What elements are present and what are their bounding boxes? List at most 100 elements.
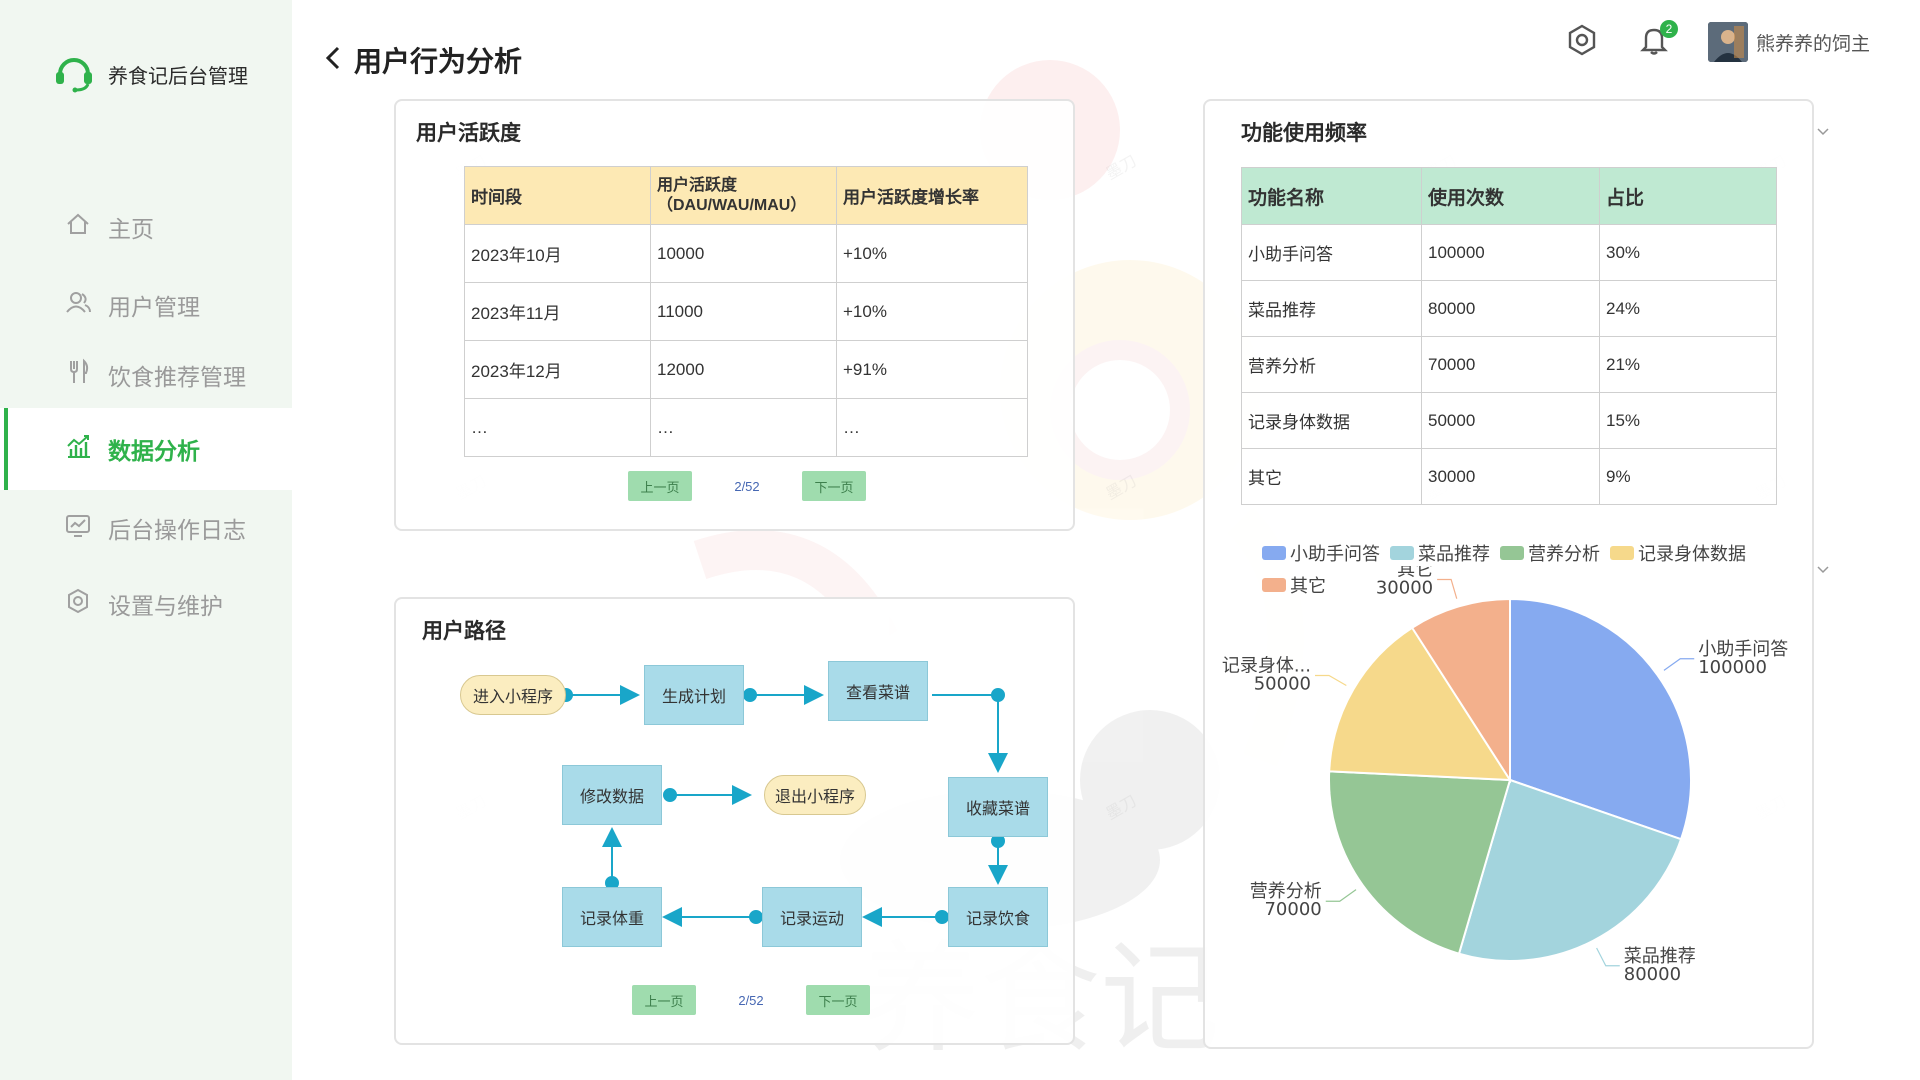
- sidebar-item-label: 用户管理: [108, 294, 200, 320]
- pie-label-line: [1596, 947, 1620, 967]
- flow-node-view-recipe: 查看菜谱: [828, 661, 928, 721]
- notification-badge: 2: [1659, 20, 1678, 38]
- table-row: 小助手问答 100000 30%: [1241, 224, 1777, 281]
- table-cell: 2023年11月: [464, 282, 651, 341]
- flow-node-collect-recipe: 收藏菜谱: [948, 777, 1048, 837]
- legend-item[interactable]: 营养分析: [1500, 540, 1600, 566]
- table-header-cell: 用户活跃度（DAU/WAU/MAU）: [650, 166, 837, 225]
- sidebar-nav: 主页 用户管理 饮食推荐管理 数据分析 后台操作日志 设置与维护: [0, 186, 292, 642]
- flow-node-plan: 生成计划: [644, 665, 744, 725]
- svg-text:墨刀: 墨刀: [1103, 791, 1140, 823]
- activity-card: 用户活跃度 时间段 用户活跃度（DAU/WAU/MAU） 用户活跃度增长率 20…: [394, 99, 1075, 531]
- page-title: 用户行为分析: [354, 46, 523, 77]
- sidebar-item-label: 后台操作日志: [108, 517, 246, 543]
- table-cell: 其它: [1241, 448, 1422, 505]
- sidebar-item-data-analysis[interactable]: 数据分析: [0, 408, 292, 490]
- user-name: 熊养养的饲主: [1755, 33, 1870, 55]
- table-cell: …: [464, 398, 651, 457]
- table-cell: 30000: [1421, 448, 1600, 505]
- notification-button[interactable]: 2: [1636, 20, 1678, 60]
- legend-label: 记录身体数据: [1638, 544, 1746, 564]
- table-cell: +91%: [836, 340, 1028, 399]
- table-cell: +10%: [836, 224, 1028, 283]
- table-cell: 100000: [1421, 224, 1600, 281]
- sidebar-item-diet-recommendation[interactable]: 饮食推荐管理: [0, 342, 292, 408]
- table-row: 2023年11月 11000 +10%: [464, 282, 1028, 341]
- legend-swatch: [1610, 546, 1634, 560]
- sidebar-item-label: 饮食推荐管理: [108, 364, 246, 390]
- flow-node-enter: 进入小程序: [460, 675, 566, 715]
- gear-icon: [64, 587, 92, 621]
- hexagon-settings-icon: [1565, 23, 1599, 62]
- brand-name: 养食记后台管理: [108, 66, 248, 88]
- table-header-cell: 用户活跃度增长率: [836, 166, 1028, 225]
- prev-page-button[interactable]: 上一页: [628, 471, 692, 501]
- table-cell: 营养分析: [1241, 336, 1422, 393]
- user-menu[interactable]: 熊养养的饲主: [1707, 22, 1870, 62]
- table-cell: +10%: [836, 282, 1028, 341]
- activity-table: 时间段 用户活跃度（DAU/WAU/MAU） 用户活跃度增长率 2023年10月…: [464, 166, 1028, 457]
- svg-text:墨刀: 墨刀: [1103, 471, 1140, 503]
- legend-swatch: [1390, 546, 1414, 560]
- table-cell: …: [836, 398, 1028, 457]
- avatar: [1707, 22, 1748, 62]
- table-row: 2023年12月 12000 +91%: [464, 340, 1028, 399]
- chart-icon: [64, 432, 92, 466]
- sidebar-item-users[interactable]: 用户管理: [0, 268, 292, 342]
- activity-card-title: 用户活跃度: [416, 122, 521, 145]
- user-path-card: 用户路径 进入小程序 生成计划 查看菜谱 收藏菜谱 记录饮食 记录运动 记录体重…: [394, 597, 1075, 1045]
- table-cell: 9%: [1599, 448, 1777, 505]
- table-row: 记录身体数据 50000 15%: [1241, 392, 1777, 449]
- svg-text:墨刀: 墨刀: [1103, 151, 1140, 183]
- pie-label-line: [1663, 658, 1695, 671]
- pie-slice-value: 100000: [1698, 657, 1767, 678]
- table-header-cell: 时间段: [464, 166, 651, 225]
- table-cell: 70000: [1421, 336, 1600, 393]
- prev-page-button[interactable]: 上一页: [632, 985, 696, 1015]
- pie-chart: 小助手问答100000菜品推荐80000营养分析70000记录身体...5000…: [1222, 566, 1788, 985]
- users-icon: [64, 288, 92, 322]
- home-icon: [64, 210, 92, 244]
- sidebar-item-home[interactable]: 主页: [0, 186, 292, 268]
- legend-label: 小助手问答: [1290, 544, 1380, 564]
- utensils-icon: [64, 358, 92, 392]
- legend-item[interactable]: 记录身体数据: [1610, 540, 1746, 566]
- next-page-button[interactable]: 下一页: [802, 471, 866, 501]
- page-indicator: 2/52: [734, 478, 760, 494]
- chevron-down-icon[interactable]: [1816, 124, 1830, 142]
- flow-node-exit: 退出小程序: [764, 775, 866, 815]
- table-cell: 21%: [1599, 336, 1777, 393]
- pie-label-line: [1325, 889, 1357, 902]
- table-cell: 50000: [1421, 392, 1600, 449]
- table-cell: 小助手问答: [1241, 224, 1422, 281]
- legend-label: 菜品推荐: [1418, 544, 1490, 564]
- table-cell: 11000: [650, 282, 837, 341]
- page-indicator: 2/52: [738, 992, 764, 1008]
- flow-node-modify-data: 修改数据: [562, 765, 662, 825]
- sidebar-item-label: 数据分析: [108, 438, 200, 464]
- sidebar-item-operation-log[interactable]: 后台操作日志: [0, 490, 292, 566]
- headset-logo-icon: [52, 50, 96, 99]
- table-cell: 2023年12月: [464, 340, 651, 399]
- sidebar-item-settings[interactable]: 设置与维护: [0, 566, 292, 642]
- table-row: 其它 30000 9%: [1241, 448, 1777, 505]
- table-row: 营养分析 70000 21%: [1241, 336, 1777, 393]
- table-cell: …: [650, 398, 837, 457]
- back-chevron-icon[interactable]: [322, 44, 344, 77]
- table-cell: 15%: [1599, 392, 1777, 449]
- table-cell: 10000: [650, 224, 837, 283]
- activity-pager: 上一页 2/52 下一页: [628, 471, 866, 501]
- log-icon: [64, 511, 92, 545]
- legend-label: 营养分析: [1528, 544, 1600, 564]
- table-cell: 80000: [1421, 280, 1600, 337]
- legend-item[interactable]: 菜品推荐: [1390, 540, 1490, 566]
- table-header-cell: 占比: [1599, 167, 1777, 225]
- pie-slice-value: 30000: [1376, 577, 1433, 598]
- pie-slice-value: 80000: [1624, 964, 1681, 985]
- legend-item[interactable]: 小助手问答: [1262, 540, 1380, 566]
- legend-swatch: [1500, 546, 1524, 560]
- next-page-button[interactable]: 下一页: [806, 985, 870, 1015]
- pie-slice-value: 50000: [1254, 674, 1311, 695]
- flow-node-record-exercise: 记录运动: [762, 887, 862, 947]
- settings-button[interactable]: [1564, 24, 1600, 60]
